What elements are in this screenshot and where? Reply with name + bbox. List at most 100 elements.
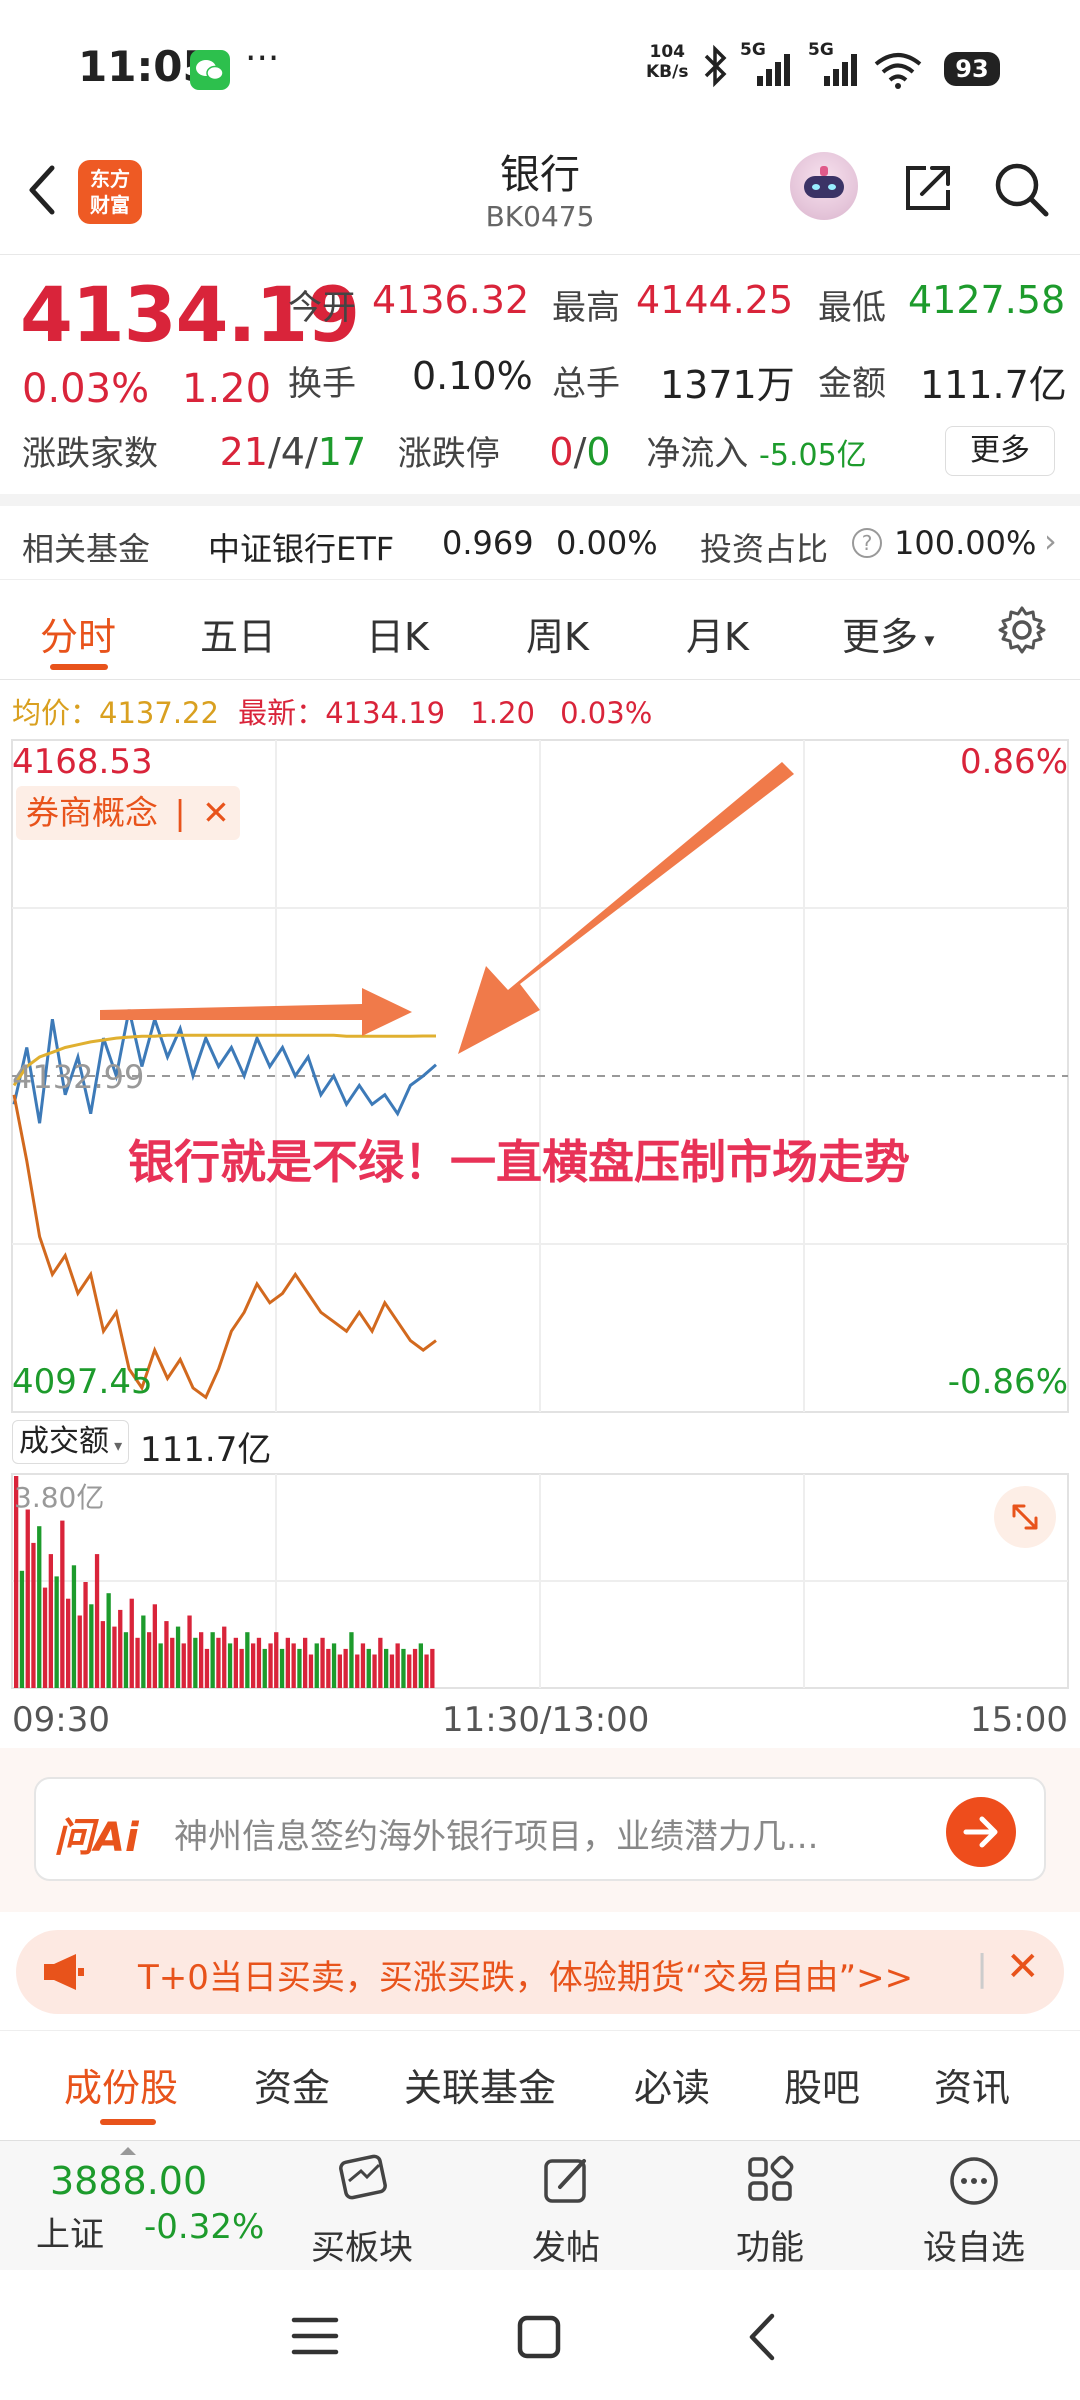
help-icon[interactable]: ?	[852, 528, 882, 558]
volume-bar	[54, 1576, 59, 1688]
related-fund-row[interactable]: 相关基金 中证银行ETF 0.969 0.00% 投资占比 ? 100.00% …	[0, 506, 1080, 580]
latest-label: 最新：	[238, 696, 326, 730]
index-ticker[interactable]: 3888.00 上证 -0.32%	[0, 2141, 290, 2271]
avg-value: 4137.22	[99, 696, 219, 730]
buy-sector-button[interactable]: 买板块	[302, 2151, 422, 2269]
add-watchlist-button[interactable]: 设自选	[914, 2151, 1034, 2269]
tab-capital[interactable]: 资金	[254, 2057, 330, 2112]
index-name: 上证	[36, 2215, 104, 2255]
tab-monthly-k[interactable]: 月K	[686, 606, 749, 661]
nav-back-icon[interactable]	[742, 2310, 782, 2364]
tab-forum[interactable]: 股吧	[784, 2057, 860, 2112]
volume-bar	[227, 1643, 233, 1688]
search-icon[interactable]	[992, 160, 1052, 220]
tab-five-day[interactable]: 五日	[200, 606, 276, 661]
volume-bar	[100, 1621, 105, 1688]
amount-label: 金额	[818, 364, 886, 404]
chevron-right-icon: ›	[1044, 522, 1057, 560]
close-promo-icon[interactable]: ✕	[1006, 1944, 1040, 1990]
change-amount: 1.20	[182, 366, 272, 412]
chart-canvas[interactable]	[0, 730, 1080, 1770]
tab-constituents[interactable]: 成份股	[64, 2057, 178, 2112]
limit-down: 0	[586, 430, 611, 474]
tab-intraday[interactable]: 分时	[40, 606, 116, 661]
volume-bar	[430, 1648, 435, 1688]
active-subtab-indicator	[100, 2119, 156, 2125]
tab-more[interactable]: 更多 ▾	[842, 606, 934, 661]
change-percent: 0.03%	[22, 366, 150, 412]
ai-submit-button[interactable]	[946, 1797, 1016, 1867]
close-icon[interactable]: ✕	[202, 793, 230, 832]
volume-bar	[326, 1648, 331, 1688]
netflow-label: 净流入	[646, 434, 749, 474]
high-label: 最高	[552, 288, 620, 328]
open-value: 4136.32	[372, 278, 530, 322]
tab-news[interactable]: 资讯	[934, 2057, 1010, 2112]
volume-bar	[331, 1643, 337, 1688]
volume-bar	[147, 1632, 152, 1688]
intraday-chart[interactable]: 4168.53 0.86% 券商概念 | ✕ 4132.99 银行就是不绿！一直…	[0, 730, 1080, 1770]
volume-bar	[314, 1643, 319, 1688]
more-notifications-icon: ···	[245, 38, 280, 79]
advance-decline-row: 涨跌家数 21/4/17 涨跌停 0/0 净流入 -5.05亿	[22, 430, 867, 474]
axis-top-pct: 0.86%	[959, 742, 1068, 782]
ai-search-bar[interactable]: 问Ai 神州信息签约海外银行项目，业绩潜力几...	[34, 1777, 1046, 1881]
volume-bar	[401, 1648, 406, 1688]
volume-bar	[42, 1587, 48, 1688]
settings-gear-icon[interactable]	[996, 604, 1048, 656]
volume-bar	[285, 1637, 290, 1688]
volume-bar	[274, 1632, 279, 1688]
high-value: 4144.25	[636, 278, 794, 322]
tab-related-funds[interactable]: 关联基金	[404, 2057, 556, 2112]
volume-bar	[48, 1554, 53, 1688]
concept-tag[interactable]: 券商概念 | ✕	[16, 786, 240, 840]
turnover-label: 换手	[288, 364, 356, 404]
volume-bar	[384, 1648, 389, 1688]
volume-bar	[210, 1632, 215, 1688]
volume-bar	[308, 1654, 314, 1688]
volume-bar	[233, 1637, 238, 1688]
menu-icon[interactable]	[290, 2314, 340, 2358]
functions-button[interactable]: 功能	[710, 2151, 830, 2269]
info-change-abs: 1.20	[470, 696, 535, 730]
home-square-icon[interactable]	[514, 2312, 564, 2362]
ai-prompt-text[interactable]: 神州信息签约海外银行项目，业绩潜力几...	[174, 1809, 818, 1858]
index-change: -0.32%	[144, 2207, 265, 2247]
volume-bar	[262, 1648, 267, 1688]
time-end: 15:00	[970, 1700, 1068, 1740]
post-button[interactable]: 发帖	[506, 2151, 626, 2269]
volume-selector[interactable]: 成交额 ▾	[12, 1420, 130, 1464]
system-nav-bar	[0, 2270, 1080, 2400]
promo-banner[interactable]: T+0当日买卖，买涨买跌，体验期货“交易自由”>> | ✕	[16, 1930, 1064, 2014]
more-button[interactable]: 更多	[945, 426, 1055, 476]
more-circle-icon	[950, 2157, 998, 2205]
axis-mid-price: 4132.99	[12, 1058, 145, 1096]
volume-bar	[337, 1654, 342, 1688]
volume-bar	[279, 1648, 285, 1688]
quote-panel: 4134.19 0.03% 1.20 今开 4136.32 最高 4144.25…	[0, 256, 1080, 506]
volume-bar	[412, 1648, 418, 1688]
volume-bar	[123, 1632, 129, 1688]
wifi-icon	[874, 53, 922, 89]
ai-brand: 问Ai	[54, 1815, 139, 1861]
limit-label: 涨跌停	[397, 434, 500, 474]
volume-bar	[94, 1554, 100, 1688]
volume-bar	[199, 1632, 204, 1688]
volume-bar	[245, 1632, 250, 1688]
volume-bar	[181, 1643, 186, 1688]
tab-daily-k[interactable]: 日K	[366, 606, 429, 661]
time-mid: 11:30/13:00	[442, 1700, 650, 1740]
volume-bar	[89, 1604, 94, 1688]
axis-bottom-pct: -0.86%	[947, 1362, 1068, 1402]
volume-bar	[239, 1648, 244, 1688]
expand-chart-icon[interactable]	[994, 1486, 1056, 1548]
ai-assistant-avatar-icon[interactable]	[790, 152, 858, 220]
volume-bar	[60, 1520, 65, 1688]
share-icon[interactable]	[900, 160, 956, 216]
volume-bar	[222, 1626, 227, 1688]
volume-bar	[395, 1643, 400, 1688]
fund-row-label: 相关基金	[22, 530, 151, 568]
tab-weekly-k[interactable]: 周K	[526, 606, 589, 661]
tab-must-read[interactable]: 必读	[634, 2057, 710, 2112]
volume-bar	[251, 1643, 256, 1688]
